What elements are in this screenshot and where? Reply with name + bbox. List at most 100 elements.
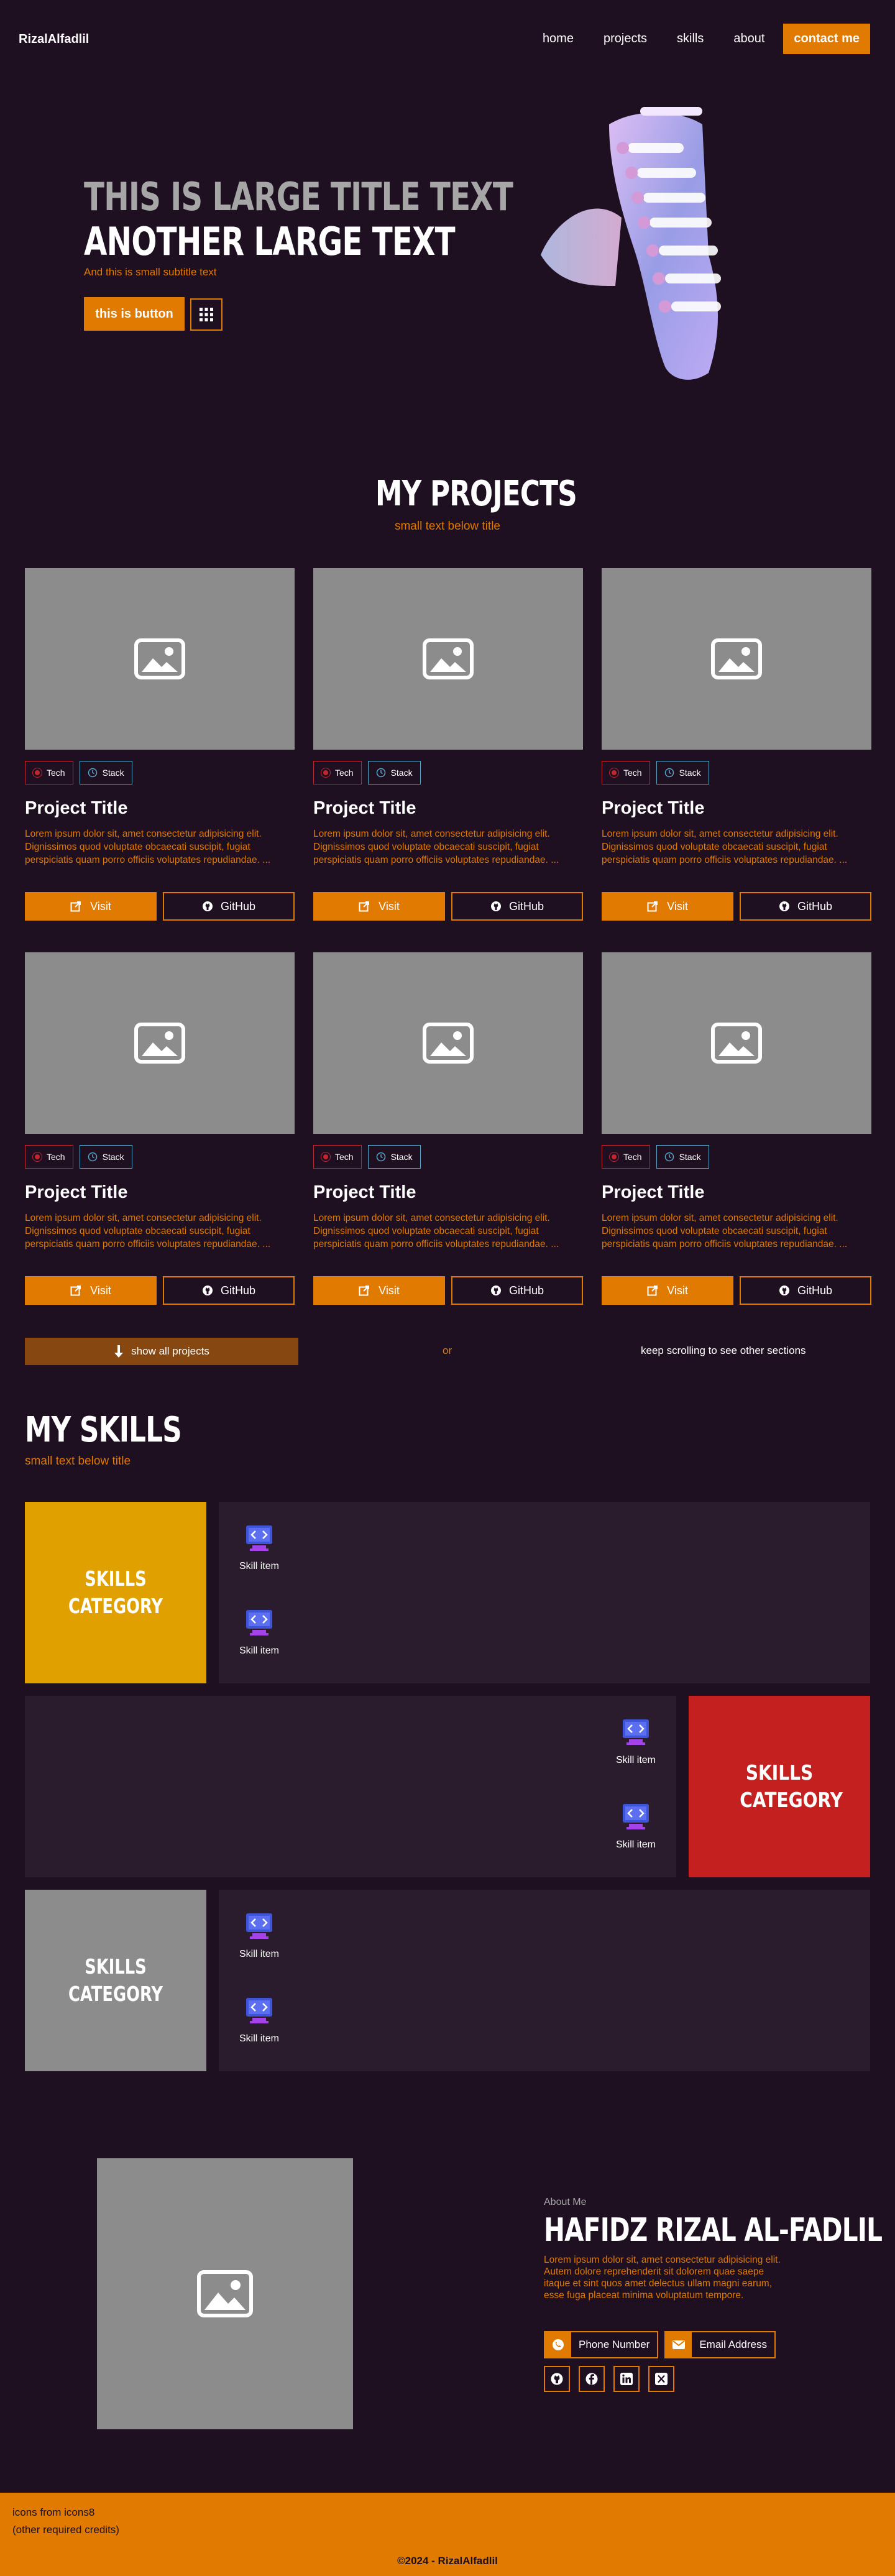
tag-tech[interactable]: Tech <box>313 761 362 784</box>
tag-tech[interactable]: Tech <box>602 1145 650 1169</box>
visit-button[interactable]: Visit <box>313 1276 445 1305</box>
project-tags: Tech Stack <box>313 1145 583 1169</box>
skill-item: Skill item <box>231 1608 287 1657</box>
skills-category-2: SKILLS CATEGORY <box>689 1696 870 1877</box>
visit-button[interactable]: Visit <box>25 1276 157 1305</box>
external-link-icon <box>647 1286 658 1296</box>
project-image-placeholder <box>25 568 295 750</box>
visit-button[interactable]: Visit <box>602 892 733 921</box>
project-title: Project Title <box>602 1182 705 1202</box>
skills-title: MY SKILLS <box>25 1410 182 1450</box>
skills-category-3: SKILLS CATEGORY <box>25 1890 206 2071</box>
tag-tech-label: Tech <box>623 768 642 778</box>
about-image-placeholder <box>97 2158 353 2429</box>
project-title: Project Title <box>313 1182 416 1202</box>
external-link-icon <box>70 901 81 912</box>
tech-dot-icon <box>609 768 619 778</box>
github-label: GitHub <box>220 1284 256 1297</box>
project-tags: Tech Stack <box>25 761 295 784</box>
skill-item-label: Skill item <box>615 1755 656 1765</box>
tag-tech-label: Tech <box>47 1152 65 1162</box>
tag-stack[interactable]: Stack <box>79 761 132 784</box>
nav-link-skills[interactable]: skills <box>662 32 718 46</box>
tech-dot-icon <box>321 1152 331 1162</box>
tag-tech-label: Tech <box>623 1152 642 1162</box>
show-all-projects-button[interactable]: show all projects <box>25 1338 298 1365</box>
nav-link-about[interactable]: about <box>718 32 779 46</box>
github-button[interactable]: GitHub <box>451 892 583 921</box>
project-actions: Visit GitHub <box>602 1276 871 1305</box>
arrow-down-icon <box>114 1345 124 1358</box>
about-description: Lorem ipsum dolor sit, amet consectetur … <box>544 2255 781 2301</box>
project-card: Tech Stack Project Title Lorem ipsum dolor … <box>313 568 583 921</box>
about-name: HAFIDZ RIZAL AL-FADLIL <box>544 2212 883 2249</box>
github-icon <box>490 1286 501 1295</box>
tag-tech[interactable]: Tech <box>25 1145 73 1169</box>
skill-item: Skill item <box>231 1995 287 2045</box>
social-links <box>544 2366 674 2392</box>
or-text: or <box>443 1345 452 1356</box>
tag-tech[interactable]: Tech <box>313 1145 362 1169</box>
github-button[interactable]: GitHub <box>740 1276 871 1305</box>
image-placeholder-icon <box>134 1023 185 1064</box>
github-label: GitHub <box>797 1284 833 1297</box>
brand-logo[interactable]: RizalAlfadlil <box>19 32 89 47</box>
github-label: GitHub <box>508 1284 544 1297</box>
github-button[interactable]: GitHub <box>451 1276 583 1305</box>
project-actions: Visit GitHub <box>25 1276 295 1305</box>
tag-stack[interactable]: Stack <box>367 1145 421 1169</box>
nav-link-projects[interactable]: projects <box>589 32 662 46</box>
facebook-link[interactable] <box>579 2366 605 2392</box>
github-label: GitHub <box>220 899 256 913</box>
github-icon <box>779 1286 789 1295</box>
nav-link-home[interactable]: home <box>528 32 589 46</box>
tech-dot-icon <box>32 768 42 778</box>
email-address-button[interactable]: Email Address <box>664 2331 776 2358</box>
projects-title: MY PROJECTS <box>375 474 577 514</box>
project-actions: Visit GitHub <box>602 892 871 921</box>
visit-button[interactable]: Visit <box>602 1276 733 1305</box>
x-icon <box>655 2373 668 2385</box>
skills-category-1-title: SKILLS CATEGORY <box>68 1566 163 1618</box>
image-placeholder-icon <box>423 638 474 679</box>
github-link[interactable] <box>544 2366 570 2392</box>
skills-category-3-title: SKILLS CATEGORY <box>68 1954 163 2006</box>
tag-stack[interactable]: Stack <box>656 761 709 784</box>
whatsapp-icon <box>545 2332 571 2357</box>
project-title: Project Title <box>25 1182 128 1202</box>
tag-tech-label: Tech <box>335 768 354 778</box>
hero-button[interactable]: this is button <box>84 297 185 331</box>
email-address-label: Email Address <box>699 2339 768 2350</box>
contact-me-button[interactable]: contact me <box>783 24 870 54</box>
tag-stack-label: Stack <box>679 768 701 778</box>
visit-button[interactable]: Visit <box>25 892 157 921</box>
skill-item-label: Skill item <box>239 2033 279 2044</box>
x-link[interactable] <box>648 2366 674 2392</box>
clock-icon <box>88 1152 97 1162</box>
tag-tech[interactable]: Tech <box>602 761 650 784</box>
footer-credit-icons8[interactable]: icons from icons8 <box>12 2504 119 2521</box>
image-placeholder-icon <box>423 1023 474 1064</box>
project-actions: Visit GitHub <box>313 892 583 921</box>
tag-stack[interactable]: Stack <box>79 1145 132 1169</box>
project-card: Tech Stack Project Title Lorem ipsum dolor … <box>25 952 295 1305</box>
project-description: Lorem ipsum dolor sit, amet consectetur … <box>602 829 848 865</box>
tag-stack[interactable]: Stack <box>367 761 421 784</box>
image-placeholder-icon <box>197 2270 253 2317</box>
phone-number-button[interactable]: Phone Number <box>544 2331 659 2358</box>
hero-grid-button[interactable] <box>190 298 223 331</box>
hero-title-2: ANOTHER LARGE TEXT <box>84 219 456 264</box>
nav-links: home projects skills about contact me <box>528 24 870 54</box>
visit-button[interactable]: Visit <box>313 892 445 921</box>
tag-stack-label: Stack <box>390 1152 413 1162</box>
tag-stack[interactable]: Stack <box>656 1145 709 1169</box>
github-button[interactable]: GitHub <box>163 1276 295 1305</box>
project-card: Tech Stack Project Title Lorem ipsum dolor … <box>602 568 871 921</box>
tech-dot-icon <box>32 1152 42 1162</box>
tag-tech[interactable]: Tech <box>25 761 73 784</box>
project-card: Tech Stack Project Title Lorem ipsum dolor … <box>25 568 295 921</box>
linkedin-link[interactable] <box>613 2366 640 2392</box>
github-button[interactable]: GitHub <box>740 892 871 921</box>
phone-number-label: Phone Number <box>579 2339 650 2350</box>
github-button[interactable]: GitHub <box>163 892 295 921</box>
